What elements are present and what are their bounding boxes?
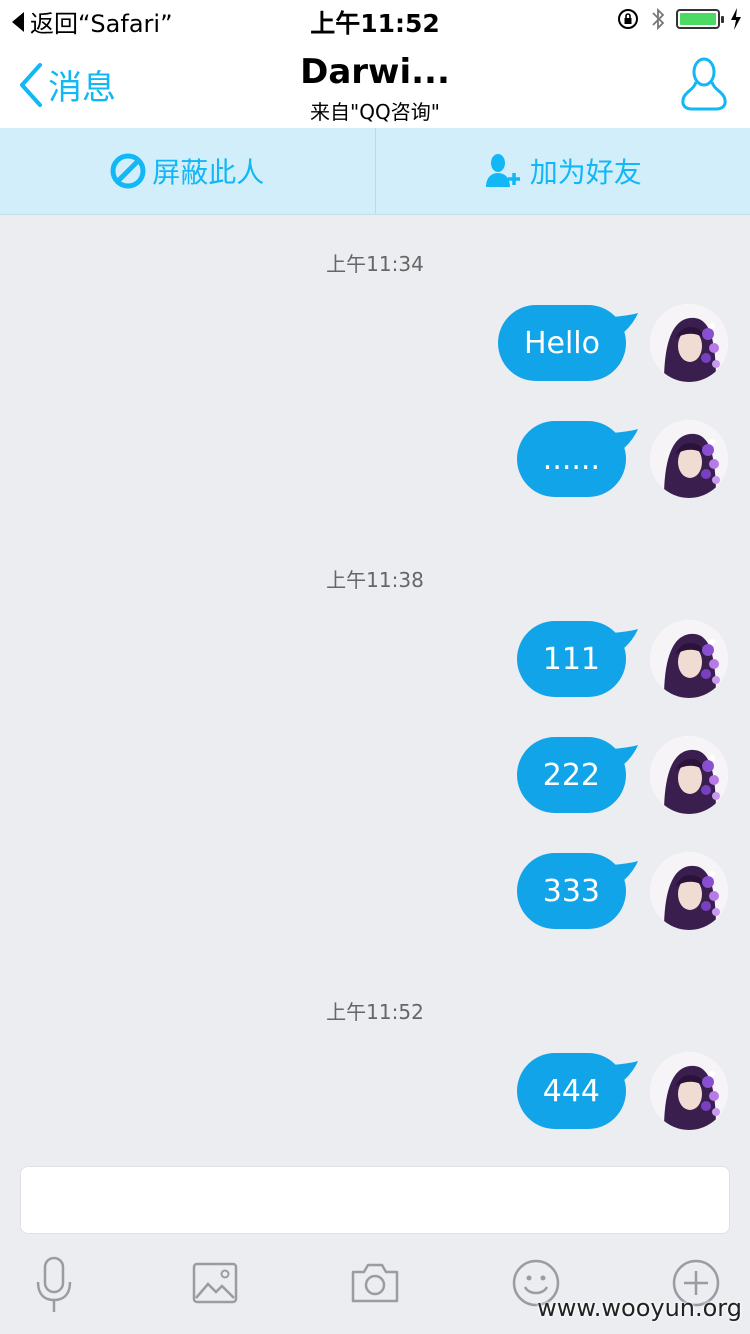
timestamp: 上午11:38 [326,568,424,592]
block-icon [110,153,146,189]
message-text: 222 [542,757,600,793]
message-text: Hello [523,325,600,361]
bubble-tail [612,1061,638,1085]
avatar[interactable] [650,620,728,698]
navigation-bar: 消息 Darwi... 来自"QQ咨询" [0,40,750,128]
person-outline-icon [681,57,727,111]
stranger-action-bar: 屏蔽此人 加为好友 [0,128,750,215]
photo-button[interactable] [192,1262,238,1308]
bubble-tail [612,629,638,653]
message-row: ...... [516,420,728,498]
timestamp: 上午11:52 [326,1000,424,1024]
voice-button[interactable] [34,1256,74,1318]
camera-icon [351,1263,399,1303]
status-icons [616,6,742,32]
bubble-tail [612,429,638,453]
message-text: 333 [542,873,600,909]
avatar-portrait-icon [650,852,728,930]
avatar[interactable] [650,1052,728,1130]
microphone-icon [36,1256,72,1312]
add-friend-button[interactable]: 加为好友 [374,128,750,214]
message-bubble[interactable]: 333 [516,853,638,929]
avatar-portrait-icon [650,304,728,382]
message-bubble[interactable]: 444 [516,1053,638,1129]
block-user-button[interactable]: 屏蔽此人 [0,128,375,214]
bubble-tail [612,313,638,337]
message-input[interactable] [20,1166,730,1234]
message-bubble[interactable]: Hello [497,305,638,381]
message-row: 111 [516,620,728,698]
add-friend-label: 加为好友 [529,156,642,189]
bubble-tail [612,745,638,769]
camera-button[interactable] [350,1260,400,1308]
avatar[interactable] [650,420,728,498]
message-row: 222 [516,736,728,814]
timestamp: 上午11:34 [326,252,424,276]
battery-icon [676,9,724,29]
message-bubble[interactable]: ...... [516,421,638,497]
conversation-title: Darwi... [300,52,450,92]
avatar[interactable] [650,304,728,382]
message-row: 333 [516,852,728,930]
avatar-portrait-icon [650,736,728,814]
message-bubble[interactable]: 111 [516,621,638,697]
message-bubble[interactable]: 222 [516,737,638,813]
message-text: 444 [542,1073,600,1109]
message-row: 444 [516,1052,728,1130]
avatar-portrait-icon [650,420,728,498]
avatar-portrait-icon [650,620,728,698]
message-row: Hello [497,304,728,382]
image-icon [192,1262,238,1304]
avatar-portrait-icon [650,1052,728,1130]
avatar[interactable] [650,852,728,930]
watermark: www.wooyun.org [537,1294,742,1322]
status-bar: 返回“Safari” 上午11:52 [0,0,750,40]
message-text: 111 [542,641,600,677]
message-text: ...... [542,441,600,477]
bluetooth-icon [652,7,665,31]
orientation-lock-icon [618,9,638,29]
bubble-tail [612,861,638,885]
avatar[interactable] [650,736,728,814]
conversation-source: 来自"QQ咨询" [310,100,440,124]
add-friend-icon [485,154,520,187]
charging-bolt-icon [731,8,741,30]
block-user-label: 屏蔽此人 [152,156,265,189]
profile-button[interactable] [680,56,728,116]
